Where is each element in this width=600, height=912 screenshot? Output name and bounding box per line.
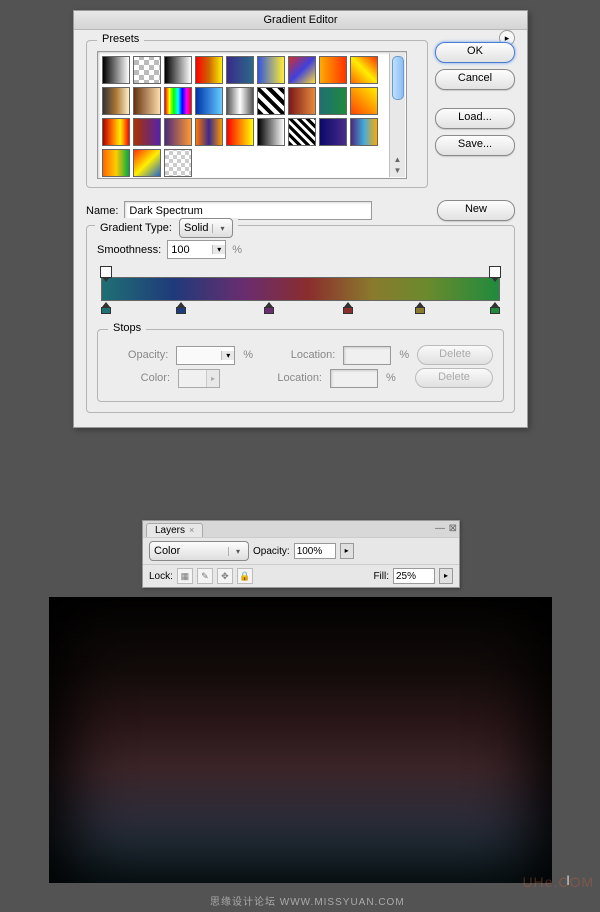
location-label-2: Location: (262, 372, 322, 384)
save-button[interactable]: Save... (435, 135, 515, 156)
name-label: Name: (86, 205, 118, 217)
preset-swatch[interactable] (288, 56, 316, 84)
scroll-down-icon[interactable]: ▼ (394, 166, 402, 175)
color-well: ▸ (178, 369, 220, 388)
preset-swatch[interactable] (195, 118, 223, 146)
stops-fieldset: Stops Opacity: ▾ % Location: % Delete Co… (97, 329, 504, 402)
lock-all-icon[interactable]: 🔒 (237, 568, 253, 584)
opacity-stop-left[interactable] (100, 266, 112, 278)
preset-swatch[interactable] (350, 87, 378, 115)
gradient-editor-dialog: Gradient Editor ▸ OK Cancel Load... Save… (73, 10, 528, 428)
preset-swatch[interactable] (102, 118, 130, 146)
preset-swatch[interactable] (195, 56, 223, 84)
opacity-input: ▾ (176, 346, 235, 365)
new-button[interactable]: New (437, 200, 515, 221)
cancel-button[interactable]: Cancel (435, 69, 515, 90)
preset-swatch[interactable] (195, 87, 223, 115)
lock-transparency-icon[interactable]: ▦ (177, 568, 193, 584)
stops-legend: Stops (108, 322, 146, 334)
preset-swatch[interactable] (164, 56, 192, 84)
opacity-flyout-icon[interactable]: ▸ (340, 543, 354, 559)
load-button[interactable]: Load... (435, 108, 515, 129)
preset-swatch[interactable] (133, 118, 161, 146)
smoothness-label: Smoothness: (97, 244, 161, 256)
gradient-type-select[interactable]: Solid▾ (179, 218, 233, 238)
preset-swatch[interactable] (133, 149, 161, 177)
preset-swatch[interactable] (226, 118, 254, 146)
preset-swatch[interactable] (319, 118, 347, 146)
fill-input[interactable] (393, 568, 435, 584)
preset-swatch[interactable] (133, 56, 161, 84)
color-stop[interactable] (264, 302, 274, 314)
scrollbar-thumb[interactable] (392, 56, 404, 100)
gradient-inner (102, 278, 499, 300)
color-stop[interactable] (101, 302, 111, 314)
preset-swatch[interactable] (257, 56, 285, 84)
preset-swatch[interactable] (257, 87, 285, 115)
preset-swatch[interactable] (133, 87, 161, 115)
canvas-preview (49, 597, 552, 883)
layers-panel: Layers× — ⊠ Color▾ Opacity: ▸ Lock: ▦ ✎ … (142, 520, 460, 588)
lock-position-icon[interactable]: ✥ (217, 568, 233, 584)
preset-swatch[interactable] (102, 56, 130, 84)
preset-swatch[interactable] (164, 87, 192, 115)
preset-swatch[interactable] (164, 118, 192, 146)
color-stop[interactable] (415, 302, 425, 314)
gradient-preview-bar[interactable] (101, 277, 500, 301)
layer-opacity-label: Opacity: (253, 546, 290, 557)
presets-legend: Presets (97, 33, 144, 45)
lock-label: Lock: (149, 571, 173, 582)
preset-scrollbar[interactable]: ▲ ▼ (389, 53, 405, 177)
preset-swatch[interactable] (288, 118, 316, 146)
color-stop[interactable] (343, 302, 353, 314)
preset-swatch[interactable] (319, 56, 347, 84)
preset-swatch[interactable] (102, 149, 130, 177)
close-icon[interactable]: × (189, 525, 194, 535)
preset-swatch[interactable] (226, 87, 254, 115)
preset-swatch[interactable] (288, 87, 316, 115)
delete-color-stop-button: Delete (415, 368, 493, 388)
preset-swatch[interactable] (350, 118, 378, 146)
watermark-text-2: UHe.COM (522, 874, 594, 890)
fill-flyout-icon[interactable]: ▸ (439, 568, 453, 584)
preset-swatch[interactable] (350, 56, 378, 84)
layers-tabbar: Layers× — ⊠ (143, 521, 459, 537)
preset-swatch-grid: ▲ ▼ (97, 51, 407, 179)
smoothness-input[interactable]: ▾ (167, 240, 226, 259)
color-label: Color: (108, 372, 170, 384)
watermark-text: 思缘设计论坛 WWW.MISSYUAN.COM (210, 893, 405, 908)
scroll-up-icon[interactable]: ▲ (394, 155, 402, 164)
delete-opacity-stop-button: Delete (417, 345, 493, 365)
gradient-type-fieldset: Gradient Type: Solid▾ Smoothness: ▾ % St… (86, 225, 515, 413)
layers-tab[interactable]: Layers× (146, 523, 203, 537)
color-location-input (330, 369, 378, 388)
ok-button[interactable]: OK (435, 42, 515, 63)
fill-label: Fill: (373, 571, 389, 582)
opacity-label: Opacity: (108, 349, 168, 361)
lock-pixels-icon[interactable]: ✎ (197, 568, 213, 584)
location-label-1: Location: (277, 349, 335, 361)
minimize-icon[interactable]: — (435, 523, 445, 534)
opacity-location-input (343, 346, 391, 365)
layer-opacity-input[interactable] (294, 543, 336, 559)
blend-mode-select[interactable]: Color▾ (149, 541, 249, 561)
panel-close-icon[interactable]: ⊠ (449, 523, 457, 534)
preset-swatch[interactable] (102, 87, 130, 115)
preset-swatch[interactable] (319, 87, 347, 115)
preset-swatch[interactable] (257, 118, 285, 146)
preset-swatch[interactable] (164, 149, 192, 177)
opacity-stop-right[interactable] (489, 266, 501, 278)
gradient-type-label: Gradient Type: (100, 222, 172, 234)
color-stop[interactable] (490, 302, 500, 314)
presets-fieldset: Presets ▲ ▼ (86, 40, 428, 188)
color-stop[interactable] (176, 302, 186, 314)
dialog-title: Gradient Editor (74, 11, 527, 30)
preset-swatch[interactable] (226, 56, 254, 84)
